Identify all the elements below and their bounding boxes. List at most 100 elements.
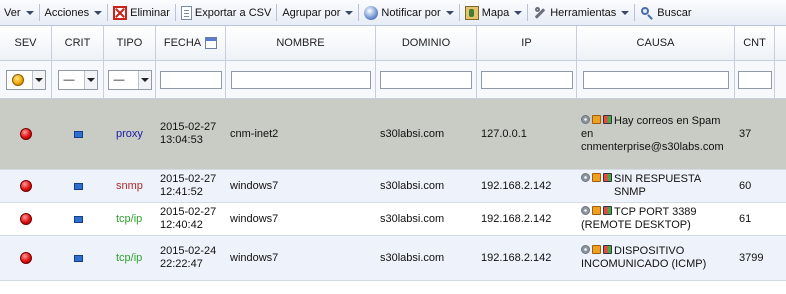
filter-row: — —: [0, 61, 786, 99]
severity-icon: [11, 73, 24, 86]
cnt-filter-input[interactable]: [737, 70, 772, 89]
col-nombre-label: NOMBRE: [276, 37, 325, 49]
mapa-label: Mapa: [481, 6, 510, 19]
nombre-cell: cnm-inet2: [226, 99, 376, 169]
tipo-cell: tcp/ip: [104, 236, 156, 280]
col-header-sev[interactable]: SEV: [0, 26, 52, 60]
buscar-label: Buscar: [657, 6, 692, 19]
menu-notificar-por[interactable]: Notificar por: [360, 2, 457, 23]
dominio-filter-input[interactable]: [380, 70, 472, 89]
cnt-cell: 37: [735, 99, 786, 169]
window-icon[interactable]: [603, 114, 612, 124]
document-icon[interactable]: [592, 173, 601, 182]
eliminar-button[interactable]: Eliminar: [109, 2, 174, 23]
fecha-cell: 2015-02-27 13:04:53: [156, 99, 226, 169]
crit-filter-value: —: [63, 73, 75, 86]
sev-filter-select[interactable]: [5, 69, 46, 90]
calendar-icon[interactable]: [205, 37, 218, 49]
causa-line1: DISPOSITIVO: [614, 245, 685, 257]
causa-cell: DISPOSITIVO INCOMUNICADO (ICMP): [577, 236, 735, 280]
col-header-crit[interactable]: CRIT: [52, 26, 104, 60]
fecha-time: 12:41:52: [160, 186, 203, 198]
causa-line1: Hay correos en Spam: [614, 114, 721, 127]
causa-cell: TCP PORT 3389 (REMOTE DESKTOP): [577, 203, 735, 235]
nombre-value: cnm-inet2: [230, 127, 279, 140]
table-row[interactable]: proxy 2015-02-27 13:04:53 cnm-inet2 s30la…: [0, 99, 786, 170]
fecha-date: 2015-02-27: [160, 206, 217, 218]
window-icon[interactable]: [603, 206, 612, 215]
tipo-filter-cell: —: [104, 61, 156, 98]
tipo-filter-select[interactable]: —: [107, 69, 152, 90]
menu-acciones[interactable]: Acciones: [41, 2, 107, 23]
search-icon: [640, 6, 654, 20]
col-crit-label: CRIT: [64, 37, 91, 49]
crit-cell: [52, 236, 104, 280]
cnt-cell: 61: [735, 203, 786, 235]
chevron-down-icon: [94, 10, 103, 15]
gear-icon[interactable]: [581, 245, 590, 254]
col-fecha-label: FECHA: [163, 37, 202, 49]
tools-icon: [533, 6, 547, 20]
menu-mapa[interactable]: Mapa: [461, 2, 527, 23]
delete-icon: [113, 5, 128, 20]
col-header-cnt[interactable]: CNT: [735, 26, 775, 60]
menu-ver[interactable]: Ver: [0, 2, 38, 23]
fecha-filter-cell: [156, 61, 226, 98]
document-icon[interactable]: [592, 206, 601, 215]
severity-red-icon: [20, 180, 32, 192]
window-icon[interactable]: [603, 245, 612, 254]
dominio-value: s30labsi.com: [380, 212, 445, 225]
document-icon[interactable]: [592, 245, 601, 254]
ip-value: 192.168.2.142: [481, 251, 552, 264]
chevron-down-icon: [445, 10, 454, 15]
table-row[interactable]: tcp/ip 2015-02-24 22:22:47 windows7 s30la…: [0, 236, 786, 281]
chevron-down-icon: [83, 70, 97, 89]
crit-filter-select[interactable]: —: [57, 69, 98, 90]
col-header-ip[interactable]: IP: [477, 26, 577, 60]
toolbar-divider: [527, 4, 529, 21]
col-header-dominio[interactable]: DOMINIO: [376, 26, 477, 60]
document-icon[interactable]: [592, 114, 601, 124]
dominio-cell: s30labsi.com: [376, 99, 477, 169]
fecha-time: 12:40:42: [160, 219, 203, 231]
criticality-icon: [73, 215, 83, 223]
export-csv-button[interactable]: Exportar a CSV: [177, 2, 275, 23]
herramientas-label: Herramientas: [550, 6, 617, 19]
crit-filter-cell: —: [52, 61, 104, 98]
fecha-cell: 2015-02-27 12:41:52: [156, 170, 226, 202]
dominio-value: s30labsi.com: [380, 251, 445, 264]
col-header-tipo[interactable]: TIPO: [104, 26, 156, 60]
nombre-value: windows7: [230, 251, 279, 264]
menu-herramientas[interactable]: Herramientas: [529, 2, 633, 23]
ip-filter-input[interactable]: [480, 70, 573, 89]
table-row[interactable]: snmp 2015-02-27 12:41:52 windows7 s30labs…: [0, 170, 786, 203]
fecha-time: 22:22:47: [160, 258, 203, 270]
chevron-down-icon: [621, 10, 630, 15]
gear-icon[interactable]: [581, 114, 590, 124]
nombre-cell: windows7: [226, 170, 376, 202]
sev-cell: [0, 99, 52, 169]
chevron-down-icon: [137, 70, 151, 89]
eliminar-label: Eliminar: [130, 6, 170, 19]
table-header: SEV CRIT TIPO FECHA NOMBRE DOMINIO IP CA…: [0, 26, 786, 61]
window-icon[interactable]: [603, 173, 612, 182]
fecha-filter-input[interactable]: [159, 70, 222, 89]
toolbar-divider: [358, 4, 360, 21]
tipo-value: snmp: [116, 179, 143, 192]
map-icon: [464, 5, 479, 20]
nombre-filter-input[interactable]: [230, 70, 371, 89]
ip-filter-cell: [477, 61, 577, 98]
gear-icon[interactable]: [581, 173, 590, 182]
gear-icon[interactable]: [581, 206, 590, 215]
col-cnt-label: CNT: [743, 37, 766, 49]
causa-filter-input[interactable]: [582, 70, 729, 89]
menu-agrupar-por[interactable]: Agrupar por: [278, 2, 357, 23]
buscar-button[interactable]: Buscar: [636, 2, 695, 23]
dominio-value: s30labsi.com: [380, 127, 445, 140]
col-header-causa[interactable]: CAUSA: [577, 26, 735, 60]
notify-icon: [364, 5, 379, 20]
col-header-fecha[interactable]: FECHA: [156, 26, 226, 60]
table-row[interactable]: tcp/ip 2015-02-27 12:40:42 windows7 s30la…: [0, 203, 786, 236]
col-header-nombre[interactable]: NOMBRE: [226, 26, 376, 60]
nombre-filter-cell: [226, 61, 376, 98]
